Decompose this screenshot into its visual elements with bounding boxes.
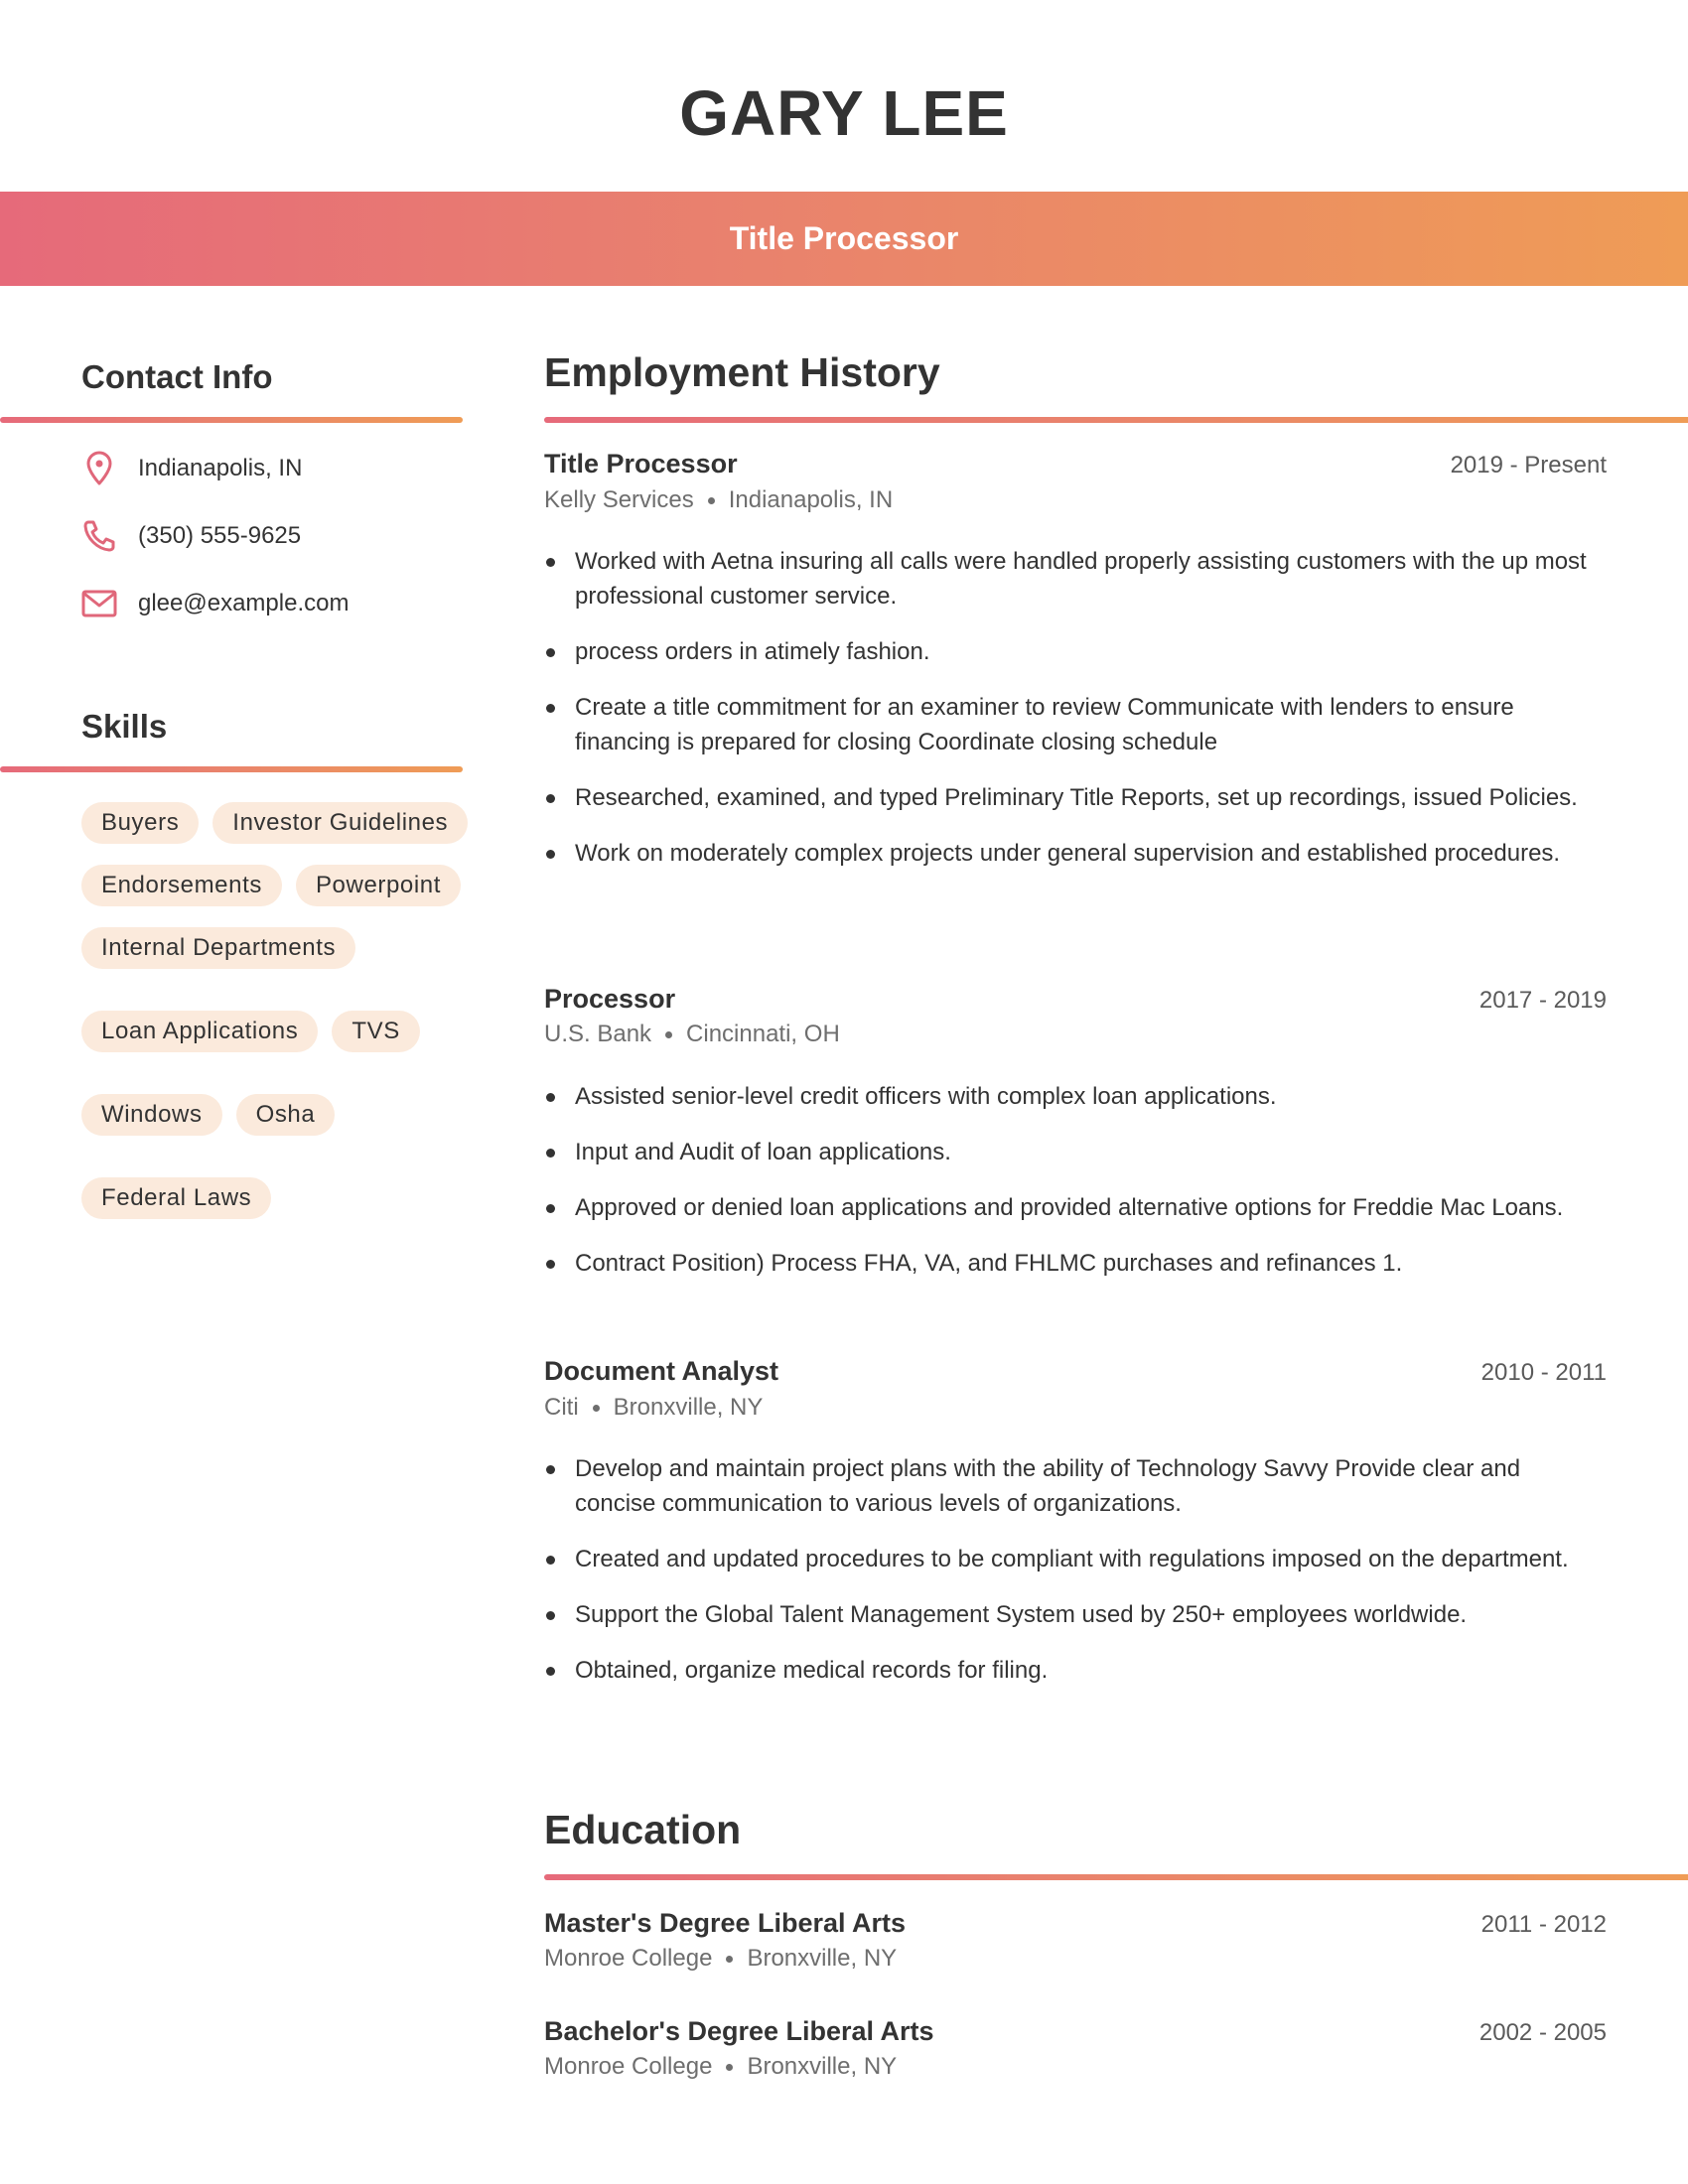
education-rule [544,1874,1688,1880]
education-dates: 2002 - 2005 [1478,2019,1607,2046]
job-bullets: Assisted senior-level credit officers wi… [544,1079,1607,1301]
job-company-line: Citi Bronxville, NY [544,1394,763,1422]
title-banner: Title Processor [0,192,1688,286]
job-bullet: Contract Position) Process FHA, VA, and … [544,1246,1607,1281]
education-header: Bachelor's Degree Liberal Arts 2002 - 20… [544,2016,1607,2047]
school-name: Monroe College [544,1945,713,1972]
contact-phone-text: (350) 555-9625 [138,522,302,549]
job-bullet: Obtained, organize medical records for f… [544,1653,1607,1688]
job-bullets: Develop and maintain project plans with … [544,1451,1607,1708]
skills-list: Buyers Investor Guidelines Endorsements … [81,802,479,1219]
separator-dot [665,1030,673,1038]
job-company: Citi [544,1394,579,1421]
job-bullet: Support the Global Talent Management Sys… [544,1597,1607,1632]
separator-dot [592,1404,600,1412]
contact-info-heading: Contact Info [81,358,273,395]
job-bullets: Worked with Aetna insuring all calls wer… [544,544,1607,891]
separator-dot [707,496,715,504]
job-bullet: Worked with Aetna insuring all calls wer… [544,544,1607,614]
job-title: Title Processor [544,449,738,478]
job-bullet: Researched, examined, and typed Prelimin… [544,780,1607,815]
job-bullet: Assisted senior-level credit officers wi… [544,1079,1607,1114]
contact-location-text: Indianapolis, IN [138,455,303,481]
degree-title: Bachelor's Degree Liberal Arts [544,2016,934,2046]
job-title: Document Analyst [544,1356,779,1386]
job-bullet: Work on moderately complex projects unde… [544,836,1607,871]
skill-tag: Windows [81,1094,222,1136]
job-bullet: Develop and maintain project plans with … [544,1451,1607,1521]
phone-icon [81,518,117,554]
employment-history-heading: Employment History [544,349,940,395]
skill-tag: Federal Laws [81,1177,272,1219]
job-title-banner-text: Title Processor [729,220,959,256]
job-header: Processor 2017 - 2019 [544,984,1607,1015]
contact-phone: (350) 555-9625 [81,518,301,554]
job-title: Processor [544,984,676,1014]
skill-tag: Internal Departments [81,927,356,969]
contact-location: Indianapolis, IN [81,451,302,486]
job-location: Bronxville, NY [613,1394,764,1421]
skill-tag: Osha [235,1094,336,1136]
separator-dot [726,2063,734,2071]
contact-email: glee@example.com [81,586,349,621]
school-location: Bronxville, NY [747,1945,898,1972]
education-school-line: Monroe College Bronxville, NY [544,1945,897,1973]
map-pin-icon [81,451,117,486]
job-header: Title Processor 2019 - Present [544,449,1607,479]
job-location: Indianapolis, IN [728,486,894,513]
job-location: Cincinnati, OH [686,1021,840,1047]
mail-icon [81,586,117,621]
skills-heading: Skills [81,708,168,745]
employment-history-rule [544,417,1688,423]
contact-info-rule [0,417,463,423]
job-bullet: Input and Audit of loan applications. [544,1135,1607,1169]
separator-dot [726,1955,734,1963]
degree-title: Master's Degree Liberal Arts [544,1908,907,1938]
education-heading: Education [544,1807,742,1852]
skill-tag: Endorsements [81,865,282,906]
education-school-line: Monroe College Bronxville, NY [544,2053,897,2081]
job-dates: 2017 - 2019 [1478,987,1607,1014]
job-bullet: Create a title commitment for an examine… [544,690,1607,759]
job-bullet: Approved or denied loan applications and… [544,1190,1607,1225]
job-bullet: Created and updated procedures to be com… [544,1542,1607,1576]
job-company-line: U.S. Bank Cincinnati, OH [544,1021,840,1048]
job-header: Document Analyst 2010 - 2011 [544,1356,1607,1387]
job-dates: 2010 - 2011 [1480,1359,1607,1386]
education-header: Master's Degree Liberal Arts 2011 - 2012 [544,1908,1607,1939]
job-dates: 2019 - Present [1450,452,1607,478]
job-company: U.S. Bank [544,1021,652,1047]
skills-rule [0,766,463,772]
job-company: Kelly Services [544,486,694,513]
job-bullet: process orders in atimely fashion. [544,634,1607,669]
school-name: Monroe College [544,2053,713,2080]
school-location: Bronxville, NY [747,2053,898,2080]
candidate-name: GARY LEE [679,77,1009,149]
skill-tag: Powerpoint [295,865,462,906]
contact-email-text: glee@example.com [138,590,350,616]
skill-tag: Buyers [81,802,200,844]
skill-tag: Loan Applications [81,1011,319,1052]
job-company-line: Kelly Services Indianapolis, IN [544,486,893,514]
skill-tag: Investor Guidelines [212,802,469,844]
skill-tag: TVS [332,1011,420,1052]
education-dates: 2011 - 2012 [1480,1911,1607,1938]
